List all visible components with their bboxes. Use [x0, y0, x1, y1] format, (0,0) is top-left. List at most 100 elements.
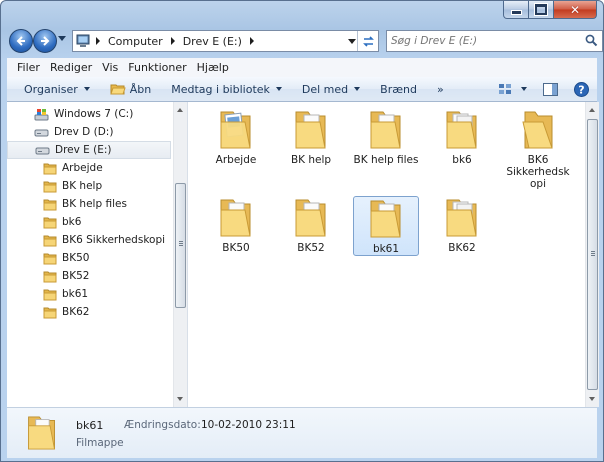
back-button[interactable]	[9, 29, 33, 53]
tree-item-label: Windows 7 (C:)	[54, 108, 134, 120]
scroll-up-icon[interactable]	[589, 108, 595, 112]
folder-icon	[43, 306, 57, 319]
tree-item-bk62[interactable]: BK62	[43, 303, 89, 321]
help-icon: ?	[574, 81, 589, 97]
scroll-up-icon[interactable]	[177, 108, 183, 112]
maximize-icon	[534, 3, 548, 16]
tree-item-bk-help[interactable]: BK help	[43, 177, 102, 195]
menu-view[interactable]: Vis	[97, 61, 123, 74]
tree-item-arbejde[interactable]: Arbejde	[43, 159, 103, 177]
folder-icon	[43, 270, 57, 283]
preview-pane-button[interactable]	[543, 82, 558, 96]
maximize-button[interactable]	[529, 1, 554, 19]
menu-help[interactable]: Hjælp	[192, 61, 234, 74]
breadcrumb-computer[interactable]: Computer	[104, 35, 167, 48]
menu-edit[interactable]: Rediger	[45, 61, 97, 74]
folder-icon	[370, 200, 401, 238]
tree-item-bk6-sikkerhedskopi[interactable]: BK6 Sikkerhedskopi	[43, 231, 165, 249]
tree-item-bk50[interactable]: BK50	[43, 249, 89, 267]
share-with-label: Del med	[301, 82, 349, 96]
folder-icon	[295, 111, 326, 149]
tree-item-label: Arbejde	[62, 162, 103, 174]
file-view-scrollbar[interactable]	[585, 102, 599, 407]
scroll-down-icon[interactable]	[589, 397, 595, 401]
tree-item-drive-e[interactable]: Drev E (E:)	[7, 141, 171, 159]
command-bar: Organiser Åbn Medtag i bibliotek Del med…	[7, 77, 597, 102]
folder-item-bk-help-files[interactable]: BK help files	[353, 108, 419, 168]
breadcrumb-separator-icon	[170, 37, 175, 45]
forward-button[interactable]	[33, 29, 57, 53]
details-modified-label: Ændringsdato:	[124, 419, 201, 431]
include-in-library-button[interactable]: Medtag i bibliotek	[161, 83, 292, 96]
folder-icon	[446, 199, 477, 237]
folder-item-bk50[interactable]: BK50	[203, 196, 269, 256]
search-box[interactable]	[386, 30, 603, 52]
tree-item-bk6[interactable]: bk6	[43, 213, 81, 231]
file-name: BK6 Sikkerhedskopi	[506, 154, 570, 190]
menu-tools[interactable]: Funktioner	[123, 61, 191, 74]
navigation-scroll-thumb[interactable]	[175, 183, 186, 308]
change-view-button[interactable]	[498, 83, 527, 95]
folder-open-icon	[522, 111, 553, 149]
help-button[interactable]: ?	[574, 81, 589, 97]
minimize-button[interactable]	[503, 1, 529, 19]
tree-item-label: bk6	[62, 216, 82, 228]
tree-item-label: bk61	[62, 288, 89, 300]
refresh-button[interactable]	[357, 31, 378, 51]
open-button[interactable]: Åbn	[100, 82, 161, 96]
open-label: Åbn	[129, 82, 152, 96]
breadcrumb-separator-icon	[96, 37, 100, 45]
scroll-down-icon[interactable]	[177, 397, 183, 401]
tree-item-label: BK help	[62, 180, 103, 192]
file-name: BK help	[290, 154, 332, 166]
organize-button[interactable]: Organiser	[7, 83, 100, 96]
folder-icon	[295, 199, 326, 237]
tree-item-bk52[interactable]: BK52	[43, 267, 89, 285]
folder-item-bk6[interactable]: bk6	[429, 108, 495, 168]
preview-pane-icon	[543, 82, 558, 96]
file-name: Arbejde	[215, 154, 257, 166]
folder-icon	[43, 180, 57, 193]
folder-item-bk6-sikkerhedskopi[interactable]: BK6 Sikkerhedskopi	[505, 108, 571, 190]
file-name: bk61	[372, 243, 400, 255]
caption-buttons: ✕	[503, 1, 597, 20]
include-in-library-label: Medtag i bibliotek	[171, 82, 270, 96]
menu-file[interactable]: Filer	[7, 61, 45, 74]
tree-item-bk-help-files[interactable]: BK help files	[43, 195, 127, 213]
close-button[interactable]: ✕	[554, 1, 597, 19]
folder-item-bk-help[interactable]: BK help	[278, 108, 344, 168]
folder-item-bk52[interactable]: BK52	[278, 196, 344, 256]
folder-icon	[220, 199, 251, 237]
search-icon[interactable]	[585, 34, 598, 47]
folder-icon	[370, 111, 401, 149]
burn-button[interactable]: Brænd	[370, 83, 427, 96]
file-view-scroll-thumb[interactable]	[587, 119, 598, 390]
tree-item-label: BK62	[62, 306, 90, 318]
folder-item-bk62[interactable]: BK62	[429, 196, 495, 256]
details-type: Filmappe	[76, 437, 124, 449]
tree-item-drive-d[interactable]: Drev D (D:)	[34, 123, 113, 141]
file-name: BK52	[297, 242, 325, 254]
share-with-button[interactable]: Del med	[292, 83, 370, 96]
grip-icon	[591, 251, 595, 256]
folder-item-arbejde[interactable]: Arbejde	[203, 108, 269, 168]
address-dropdown-icon[interactable]	[348, 39, 356, 44]
folder-icon	[446, 111, 477, 149]
tree-item-bk61[interactable]: bk61	[43, 285, 88, 303]
navigation-scrollbar[interactable]	[173, 102, 187, 407]
folder-icon	[43, 162, 57, 175]
more-commands-button[interactable]: »	[427, 83, 454, 96]
search-input[interactable]	[391, 33, 571, 49]
folder-item-bk61[interactable]: bk61	[353, 196, 419, 256]
explorer-window: ✕ Computer Drev E (E:) Søg i Drev E (E:)…	[0, 0, 604, 462]
folder-icon	[43, 252, 57, 265]
address-bar[interactable]: Computer Drev E (E:)	[72, 30, 379, 52]
recent-pages-button[interactable]	[58, 36, 66, 41]
chevron-down-icon	[275, 87, 282, 91]
burn-label: Brænd	[380, 82, 417, 96]
folder-icon	[43, 234, 57, 247]
tree-item-windows-c[interactable]: Windows 7 (C:)	[34, 105, 133, 123]
breadcrumb-drive-e[interactable]: Drev E (E:)	[179, 35, 246, 48]
command-bar-right: ?	[490, 77, 597, 101]
tree-item-label: BK52	[62, 270, 90, 282]
